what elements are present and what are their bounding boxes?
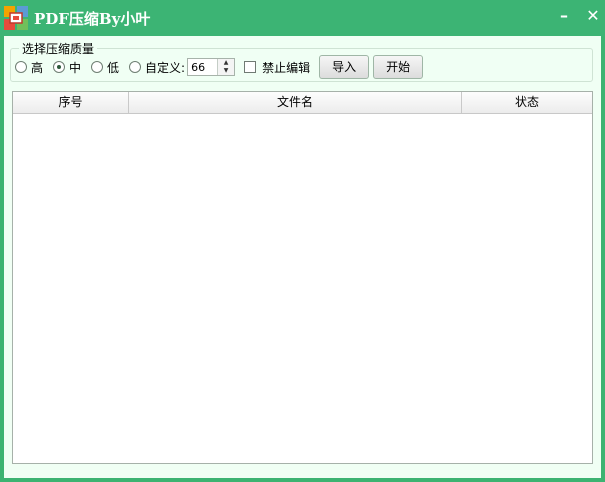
close-icon[interactable]: ✕: [583, 6, 603, 28]
radio-high[interactable]: 高: [15, 59, 43, 76]
table-header: 序号 文件名 状态: [13, 92, 592, 114]
quality-group-legend: 选择压缩质量: [22, 42, 95, 56]
main-panel: 选择压缩质量 高 中 低 自定义: ▲ ▼ 禁止编辑: [4, 36, 601, 478]
column-header-filename[interactable]: 文件名: [129, 92, 462, 113]
radio-medium-label: 中: [69, 60, 82, 75]
quality-row: 高 中 低 自定义: ▲ ▼ 禁止编辑 导入 开始: [15, 55, 424, 79]
disable-edit-box[interactable]: [244, 61, 257, 73]
radio-low[interactable]: 低: [91, 59, 119, 76]
radio-custom-circle[interactable]: [129, 61, 142, 73]
radio-medium-circle[interactable]: [53, 61, 66, 73]
custom-quality-spinbox[interactable]: ▲ ▼: [187, 58, 236, 76]
title-bar: PDF压缩By小叶 – ✕: [0, 0, 605, 36]
file-list-table[interactable]: 序号 文件名 状态: [12, 91, 593, 464]
radio-high-circle[interactable]: [15, 61, 27, 73]
minimize-icon[interactable]: –: [554, 6, 574, 28]
import-button[interactable]: 导入: [319, 55, 370, 79]
spin-down-icon[interactable]: ▼: [218, 67, 234, 75]
start-button[interactable]: 开始: [373, 55, 424, 79]
app-logo-icon: [4, 6, 28, 30]
disable-edit-checkbox[interactable]: 禁止编辑: [244, 59, 310, 76]
disable-edit-label: 禁止编辑: [262, 60, 311, 75]
radio-low-circle[interactable]: [91, 61, 104, 73]
window-title: PDF压缩By小叶: [34, 10, 151, 28]
spin-up-icon[interactable]: ▲: [218, 59, 234, 67]
radio-custom-label: 自定义:: [145, 60, 186, 75]
radio-low-label: 低: [107, 60, 120, 75]
column-header-status[interactable]: 状态: [462, 92, 592, 113]
column-header-index[interactable]: 序号: [13, 92, 129, 113]
radio-medium[interactable]: 中: [53, 59, 81, 76]
radio-custom[interactable]: 自定义:: [129, 59, 185, 76]
radio-high-label: 高: [31, 60, 44, 75]
spin-arrows[interactable]: ▲ ▼: [217, 59, 235, 75]
